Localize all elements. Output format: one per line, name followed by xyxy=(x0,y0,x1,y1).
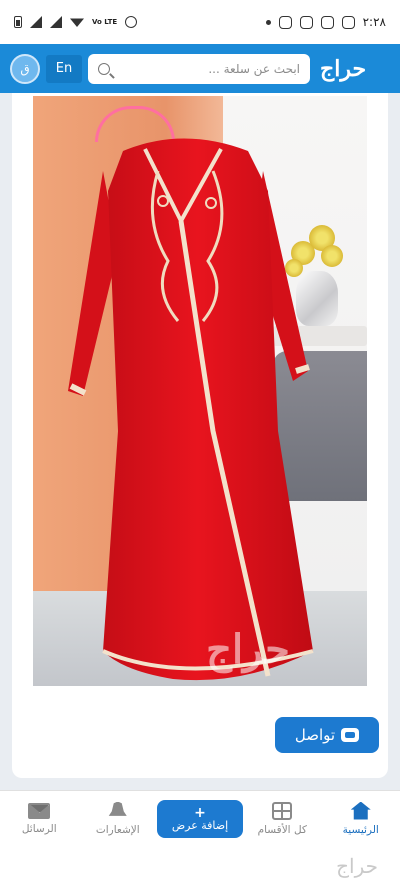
alarm-icon xyxy=(125,16,138,28)
nav-home-label: الرئيسية xyxy=(342,823,379,836)
nav-item-categories[interactable]: كل الأقسام xyxy=(243,791,322,846)
contact-button-label: تواصل xyxy=(294,726,336,744)
home-icon xyxy=(350,801,371,820)
avatar[interactable]: ق xyxy=(10,53,40,84)
add-offer-button[interactable]: + إضافة عرض xyxy=(157,799,243,838)
categories-icon xyxy=(272,801,293,820)
nav-item-notifications[interactable]: الإشعارات xyxy=(79,791,158,846)
signal-icon xyxy=(30,16,42,28)
signal-icon-2 xyxy=(50,16,62,28)
battery-icon xyxy=(14,16,22,28)
bell-icon xyxy=(108,801,127,816)
nav-item-add-offer: + إضافة عرض xyxy=(157,791,243,846)
footer-watermark: حراج xyxy=(336,854,378,878)
notification-dot-icon xyxy=(265,19,271,25)
status-icons-left: Vo LTE xyxy=(14,16,138,28)
carrier-label: Vo LTE xyxy=(92,17,118,26)
status-bar: Vo LTE ٢:٢٨ xyxy=(0,0,400,44)
nav-item-messages[interactable]: الرسائل xyxy=(0,791,79,846)
add-offer-label: إضافة عرض xyxy=(171,818,229,832)
wifi-icon xyxy=(70,18,84,27)
instagram-icon xyxy=(278,15,292,29)
nav-categories-label: كل الأقسام xyxy=(257,823,307,836)
search-icon xyxy=(98,62,110,75)
bottom-nav: الرئيسية كل الأقسام + إضافة عرض الإشعارا… xyxy=(0,790,400,846)
listing-card: حراج تواصل xyxy=(12,93,388,778)
search-input[interactable]: ابحث عن سلعة ... xyxy=(88,53,310,84)
nav-item-home[interactable]: الرئيسية xyxy=(322,791,400,846)
brand-logo[interactable]: حراج xyxy=(320,56,366,82)
language-toggle-button[interactable]: En xyxy=(46,54,82,83)
status-icons-right: ٢:٢٨ xyxy=(265,15,386,29)
chat-icon xyxy=(341,728,360,742)
listing-photo[interactable]: حراج xyxy=(33,96,367,686)
tiktok-icon xyxy=(299,15,313,29)
nav-notifications-label: الإشعارات xyxy=(95,823,140,836)
search-placeholder: ابحث عن سلعة ... xyxy=(208,61,300,76)
photo-watermark: حراج xyxy=(206,626,290,673)
messenger-icon xyxy=(341,15,355,29)
app-notification-icon xyxy=(320,15,334,29)
app-header: ق En ابحث عن سلعة ... حراج xyxy=(0,44,400,93)
gesture-bar: حراج xyxy=(0,846,400,889)
contact-button[interactable]: تواصل xyxy=(275,717,379,753)
plus-icon: + xyxy=(194,804,206,821)
red-kaftan-dress-image xyxy=(68,138,314,681)
clock: ٢:٢٨ xyxy=(362,15,386,29)
mail-icon xyxy=(28,802,51,819)
nav-messages-label: الرسائل xyxy=(21,822,57,835)
